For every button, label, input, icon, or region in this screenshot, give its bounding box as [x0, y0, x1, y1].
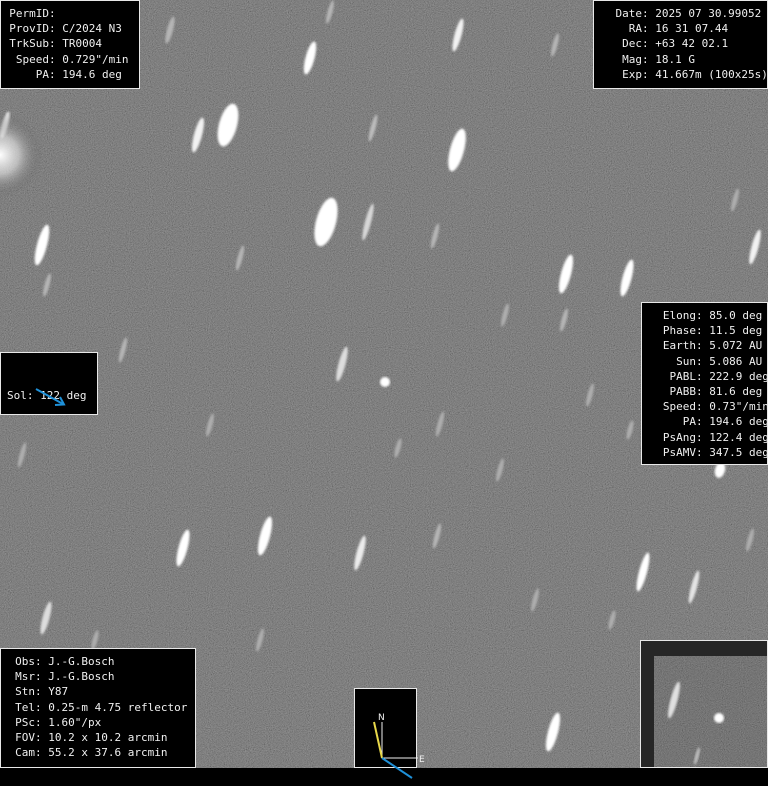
inset-image [654, 656, 767, 767]
observer-info-row: Obs: J.-G.Bosch [7, 654, 189, 669]
observation-info-value: 18.1 G [655, 52, 695, 66]
object-info-label: TrkSub [9, 37, 49, 51]
observer-info-panel: Obs: J.-G.Bosch Msr: J.-G.Bosch Stn: Y87 Te… [0, 648, 196, 768]
object-info-row: Speed: 0.729"/min [7, 52, 133, 67]
observer-info-row: FOV: 10.2 x 10.2 arcmin [7, 730, 189, 745]
ephemeris-row: PsAMV: 347.5 deg [648, 445, 768, 460]
ephemeris-label: Sun [676, 354, 696, 368]
ephemeris-row: Phase: 11.5 deg [648, 323, 763, 338]
object-info-row: TrkSub: TR0004 [7, 36, 133, 51]
observer-info-label: Cam [15, 746, 35, 760]
object-info-value: 194.6 deg [62, 67, 122, 81]
ephemeris-label: PsAng [662, 430, 696, 444]
ephemeris-row: Sun: 5.086 AU [648, 354, 763, 369]
compass-icon: N E [373, 713, 425, 780]
observer-info-row: PSc: 1.60"/px [7, 715, 189, 730]
observer-info-row: Msr: J.-G.Bosch [7, 669, 189, 684]
observation-info-value: 16 31 07.44 [655, 22, 729, 36]
sol-label: Sol [7, 389, 27, 403]
observer-info-value: 1.60"/px [48, 715, 102, 729]
motion-direction-arrow-icon [373, 721, 384, 759]
observer-info-label: PSc [15, 715, 35, 729]
observer-info-value: J.-G.Bosch [48, 670, 115, 684]
observer-info-value: 55.2 x 37.6 arcmin [48, 746, 168, 760]
object-info-label: PermID [9, 7, 49, 20]
ephemeris-row: Earth: 5.072 AU [648, 338, 763, 353]
sol-panel: Sol: 122 deg [0, 352, 98, 415]
observer-info-label: FOV [15, 731, 35, 745]
ephemeris-row: PABL: 222.9 deg [648, 369, 768, 384]
observation-info-label: Exp [622, 67, 642, 81]
ephemeris-row: PABB: 81.6 deg [648, 384, 763, 399]
observation-info-label: Dec [622, 37, 642, 51]
observation-info-row: RA: 16 31 07.44 [600, 21, 761, 36]
ephemeris-value: 222.9 deg [709, 369, 768, 383]
object-info-value: C/2024 N3 [62, 22, 122, 36]
object-info-value: TR0004 [62, 37, 102, 51]
object-info-label: ProvID [9, 22, 49, 36]
object-info-label: Speed [15, 52, 49, 66]
ephemeris-value: 5.086 AU [709, 354, 763, 368]
ephemeris-value: 122.4 deg [709, 430, 768, 444]
ephemeris-value: 85.0 deg [709, 309, 763, 322]
ephemeris-value: 194.6 deg [709, 415, 768, 429]
ephemeris-label: Phase [662, 324, 696, 338]
ephemeris-label: PsAMV [662, 445, 696, 459]
observer-info-value: 10.2 x 10.2 arcmin [48, 731, 168, 745]
object-info-panel: PermID: ProvID: C/2024 N3 TrkSub: TR0004 S… [0, 0, 140, 89]
observer-info-value: Y87 [48, 685, 69, 699]
compass-east-label: E [419, 755, 425, 765]
sun-direction-compass-arrow-icon [381, 757, 413, 780]
ephemeris-row: PA: 194.6 deg [648, 414, 768, 429]
ephemeris-label: PABL [669, 369, 697, 383]
observation-info-value: +63 42 02.1 [655, 37, 729, 51]
compass-north-label: N [378, 713, 385, 723]
observation-info-row: Dec: +63 42 02.1 [600, 36, 761, 51]
ephemeris-row: PsAng: 122.4 deg [648, 430, 768, 445]
observation-info-value: 2025 07 30.99052 [655, 7, 762, 20]
ephemeris-panel: Elong: 85.0 deg Phase: 11.5 deg Earth: 5.0… [641, 302, 768, 465]
target-inset [640, 640, 768, 768]
ephemeris-value: 347.5 deg [709, 445, 768, 459]
observer-info-value: J.-G.Bosch [48, 655, 115, 668]
observer-info-value: 0.25-m 4.75 reflector [48, 700, 188, 714]
observation-info-label: Mag [622, 52, 642, 66]
observer-info-row: Stn: Y87 [7, 684, 189, 699]
compass-panel: N E [354, 688, 425, 780]
ephemeris-label: Elong [662, 309, 696, 322]
observer-info-row: Cam: 55.2 x 37.6 arcmin [7, 745, 189, 760]
ephemeris-label: Speed [662, 400, 696, 414]
observer-info-label: Tel [15, 700, 35, 714]
observation-info-value: 41.667m (100x25s) [655, 67, 768, 81]
ephemeris-row: Speed: 0.73"/min [648, 399, 768, 414]
ephemeris-label: PA [682, 415, 696, 429]
observation-info-label: Date [615, 7, 643, 20]
ephemeris-value: 81.6 deg [709, 385, 763, 399]
observer-info-label: Obs [15, 655, 35, 668]
object-info-row: ProvID: C/2024 N3 [7, 21, 133, 36]
object-info-label: PA [35, 67, 49, 81]
observer-info-label: Stn [15, 685, 35, 699]
observation-info-row: Exp: 41.667m (100x25s) [600, 67, 768, 82]
ephemeris-label: Earth [662, 339, 696, 353]
observation-info-row: Date: 2025 07 30.99052 [600, 6, 762, 21]
object-info-row: PA: 194.6 deg [7, 67, 133, 82]
observation-info-label: RA [628, 22, 642, 36]
comet-target [380, 377, 390, 387]
sun-direction-arrow-icon [35, 388, 66, 406]
object-info-value: 0.729"/min [62, 52, 129, 66]
ephemeris-label: PABB [669, 385, 697, 399]
observation-info-panel: Date: 2025 07 30.99052 RA: 16 31 07.44 Dec… [593, 0, 768, 89]
ephemeris-value: 11.5 deg [709, 324, 763, 338]
object-info-row: PermID: [7, 6, 133, 21]
ephemeris-row: Elong: 85.0 deg [648, 308, 763, 323]
ephemeris-value: 5.072 AU [709, 339, 763, 353]
observer-info-row: Tel: 0.25-m 4.75 reflector [7, 700, 189, 715]
observer-info-label: Msr [15, 670, 35, 684]
ephemeris-value: 0.73"/min [709, 400, 768, 414]
observation-info-row: Mag: 18.1 G [600, 52, 761, 67]
